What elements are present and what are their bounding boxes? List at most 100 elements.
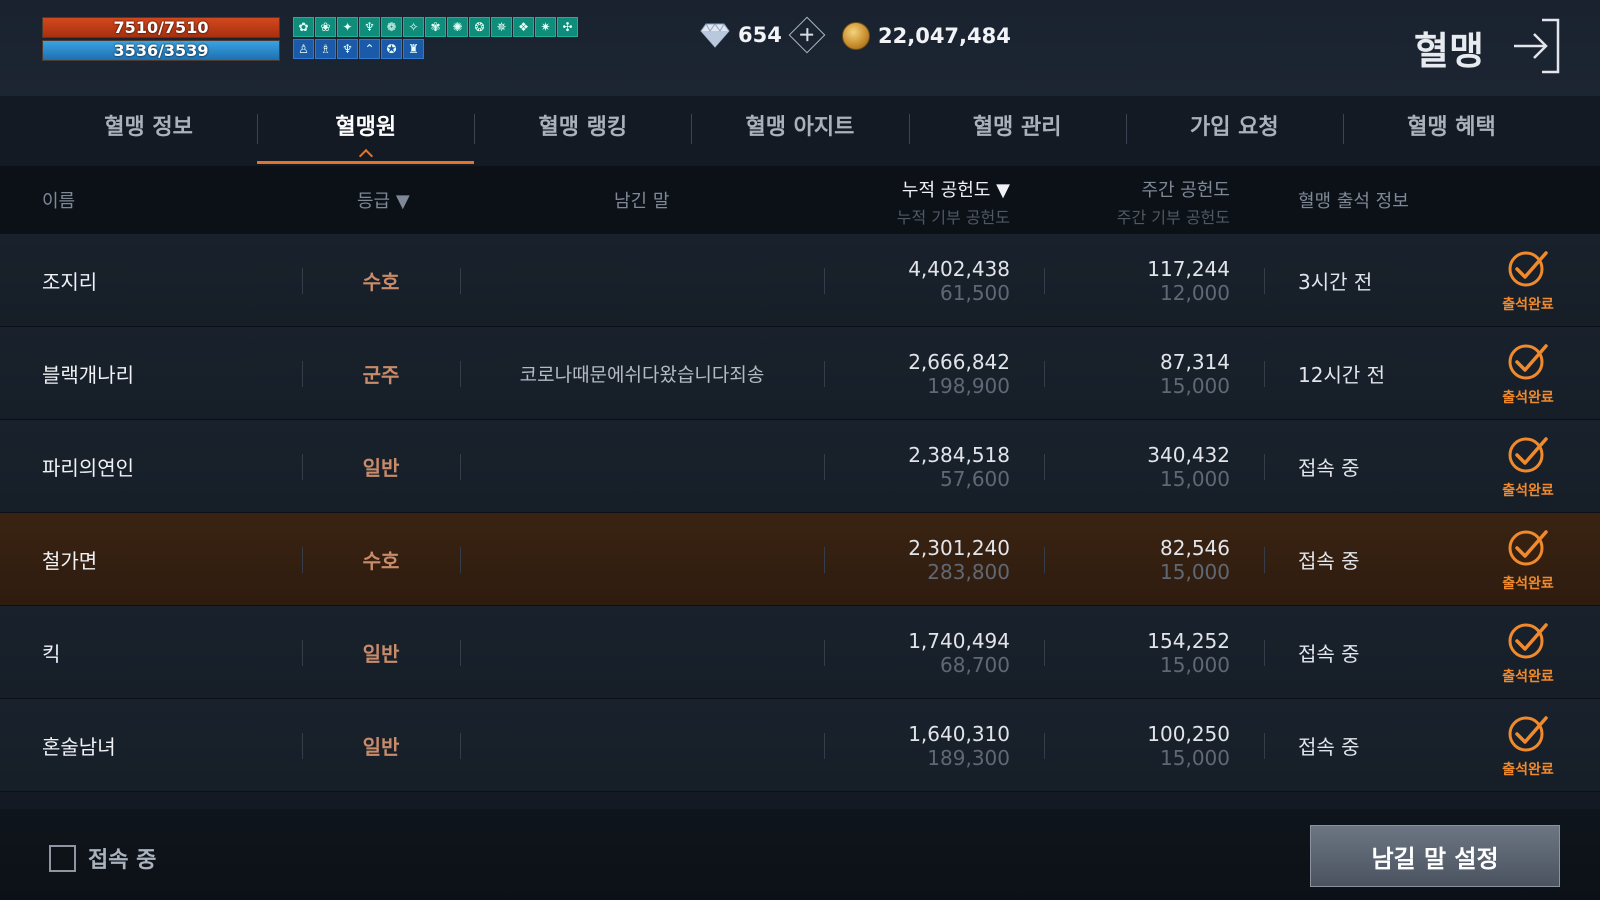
attendance-label: 출석완료 — [1502, 296, 1554, 313]
attendance-label: 출석완료 — [1502, 761, 1554, 778]
attendance-label: 출석완료 — [1502, 575, 1554, 592]
total-contribution-value: 4,402,438 — [908, 256, 1010, 281]
last-seen: 12시간 전 — [1298, 363, 1386, 387]
buff-icon[interactable]: ✦ — [337, 17, 358, 37]
total-donation-value: 189,300 — [927, 745, 1010, 770]
column-name[interactable]: 이름 — [42, 187, 75, 213]
last-seen: 3시간 전 — [1298, 270, 1373, 294]
member-message — [460, 513, 824, 606]
online-filter-checkbox[interactable] — [49, 844, 76, 872]
online-filter[interactable]: 접속 중 — [49, 842, 156, 874]
total-donation-value: 283,800 — [927, 559, 1010, 584]
column-divider — [1264, 454, 1265, 480]
member-row[interactable]: 철가면 수호 2,301,240 283,800 82,546 15,000 접속 중 출석완… — [0, 513, 1600, 606]
attendance-status: 출석완료 — [1488, 234, 1568, 327]
weekly-contribution: 87,314 15,000 — [1044, 327, 1230, 420]
total-donation-value: 198,900 — [927, 373, 1010, 398]
column-divider — [1264, 640, 1265, 666]
member-row[interactable]: 블랙개나리 군주 코로나때문에쉬다왔습니다죄송 2,666,842 198,900 87,… — [0, 327, 1600, 420]
buff-icon[interactable]: ♗ — [315, 39, 336, 59]
total-contribution-value: 2,301,240 — [908, 535, 1010, 560]
buff-icon[interactable]: ♆ — [337, 39, 358, 59]
active-tab-marker — [358, 148, 373, 164]
column-total-sub-label: 누적 기부 공헌도 — [896, 208, 1010, 227]
tab-clan-benefits[interactable]: 혈맹 혜택 — [1342, 96, 1560, 166]
attendance-status: 출석완료 — [1488, 327, 1568, 420]
column-total-label: 누적 공헌도 ▼ — [901, 180, 1010, 201]
buff-icon[interactable]: ✧ — [403, 17, 424, 37]
member-message — [460, 606, 824, 699]
buff-icon[interactable]: ⌃ — [359, 39, 380, 59]
member-row[interactable]: 킥 일반 1,740,494 68,700 154,252 15,000 접속 중 출석완료 — [0, 606, 1600, 699]
weekly-contribution: 117,244 12,000 — [1044, 234, 1230, 327]
member-name: 철가면 — [42, 549, 98, 573]
column-rank[interactable]: 등급 ▼ — [357, 187, 410, 213]
buff-icon[interactable]: ❖ — [513, 17, 534, 37]
buff-row-1: ✿ ❀ ✦ ♆ ❁ ✧ ✾ ✺ ❂ ✵ ❖ ✷ ✣ — [293, 17, 578, 37]
set-message-button[interactable]: 남길 말 설정 — [1310, 825, 1560, 887]
member-row[interactable]: 혼술남녀 일반 1,640,310 189,300 100,250 15,000 접속 중출… — [0, 699, 1600, 792]
tab-label: 혈맹원 — [335, 115, 397, 140]
weekly-contribution-value: 100,250 — [1147, 721, 1230, 746]
total-contribution-value: 2,666,842 — [908, 349, 1010, 374]
total-contribution: 2,666,842 198,900 — [826, 327, 1010, 420]
buff-icon[interactable]: ✣ — [557, 17, 578, 37]
total-contribution: 2,384,518 57,600 — [826, 420, 1010, 513]
tab-clan-management[interactable]: 혈맹 관리 — [908, 96, 1126, 166]
buff-icon[interactable]: ❁ — [381, 17, 402, 37]
total-contribution-value: 2,384,518 — [908, 442, 1010, 467]
column-divider — [824, 547, 825, 573]
buff-icon[interactable]: ✵ — [491, 17, 512, 37]
column-weekly-label: 주간 공헌도 — [1141, 180, 1230, 201]
member-message — [460, 420, 824, 513]
buff-icon[interactable]: ❀ — [315, 17, 336, 37]
member-row[interactable]: 파리의연인 일반 2,384,518 57,600 340,432 15,000 접속 중출… — [0, 420, 1600, 513]
attendance-status: 출석완료 — [1488, 513, 1568, 606]
weekly-contribution: 82,546 15,000 — [1044, 513, 1230, 606]
tab-clan-info[interactable]: 혈맹 정보 — [40, 96, 257, 166]
buff-icon[interactable]: ✿ — [293, 17, 314, 37]
hp-text: 7510/7510 — [113, 18, 209, 37]
member-name: 조지리 — [42, 270, 98, 294]
diamond-icon — [700, 22, 730, 48]
attendance-status: 출석완료 — [1488, 420, 1568, 513]
buff-icon[interactable]: ❂ — [469, 17, 490, 37]
column-divider — [824, 640, 825, 666]
member-rank: 수호 — [362, 270, 400, 294]
tab-label: 혈맹 관리 — [972, 115, 1062, 140]
checkmark-icon — [1506, 248, 1550, 292]
tab-label: 혈맹 랭킹 — [538, 115, 628, 140]
tab-clan-ranking[interactable]: 혈맹 랭킹 — [474, 96, 691, 166]
last-seen: 접속 중 — [1298, 735, 1360, 759]
column-total-contribution[interactable]: 누적 공헌도 ▼ 누적 기부 공헌도 — [880, 176, 1010, 228]
attendance-status: 출석완료 — [1488, 606, 1568, 699]
tab-clan-hideout[interactable]: 혈맹 아지트 — [691, 96, 908, 166]
member-rank: 군주 — [362, 363, 400, 387]
member-row[interactable]: 조지리 수호 4,402,438 61,500 117,244 12,000 3시간 전 출석… — [0, 234, 1600, 327]
total-donation-value: 57,600 — [940, 466, 1010, 491]
buff-icon[interactable]: ✷ — [535, 17, 556, 37]
screen-title: 혈맹 — [1414, 29, 1484, 73]
online-filter-label: 접속 중 — [88, 848, 157, 873]
buff-icon[interactable]: ✾ — [425, 17, 446, 37]
column-weekly-contribution[interactable]: 주간 공헌도 주간 기부 공헌도 — [1090, 176, 1230, 228]
weekly-donation-value: 15,000 — [1160, 373, 1230, 398]
buff-icon[interactable]: ♜ — [403, 39, 424, 59]
buff-icons: ✿ ❀ ✦ ♆ ❁ ✧ ✾ ✺ ❂ ✵ ❖ ✷ ✣ ♙ ♗ ♆ ⌃ ✪ ♜ — [293, 17, 578, 61]
buff-icon[interactable]: ✪ — [381, 39, 402, 59]
last-seen: 접속 중 — [1298, 549, 1360, 573]
buff-icon[interactable]: ♙ — [293, 39, 314, 59]
clan-tabs: 혈맹 정보 혈맹원 혈맹 랭킹 혈맹 아지트 혈맹 관리 가입 요청 혈맹 혜택 — [40, 96, 1560, 166]
exit-icon[interactable] — [1512, 18, 1562, 74]
member-table-header: 이름 등급 ▼ 남긴 말 누적 공헌도 ▼ 누적 기부 공헌도 주간 공헌도 주… — [0, 166, 1600, 234]
buff-icon[interactable]: ♆ — [359, 17, 380, 37]
tab-join-requests[interactable]: 가입 요청 — [1125, 96, 1343, 166]
total-donation-value: 68,700 — [940, 652, 1010, 677]
column-divider — [1264, 268, 1265, 294]
add-gems-button[interactable] — [788, 16, 826, 54]
tab-clan-members[interactable]: 혈맹원 — [257, 96, 475, 166]
buff-icon[interactable]: ✺ — [447, 17, 468, 37]
checkmark-icon — [1506, 527, 1550, 571]
column-divider — [824, 268, 825, 294]
member-name: 킥 — [42, 642, 61, 666]
